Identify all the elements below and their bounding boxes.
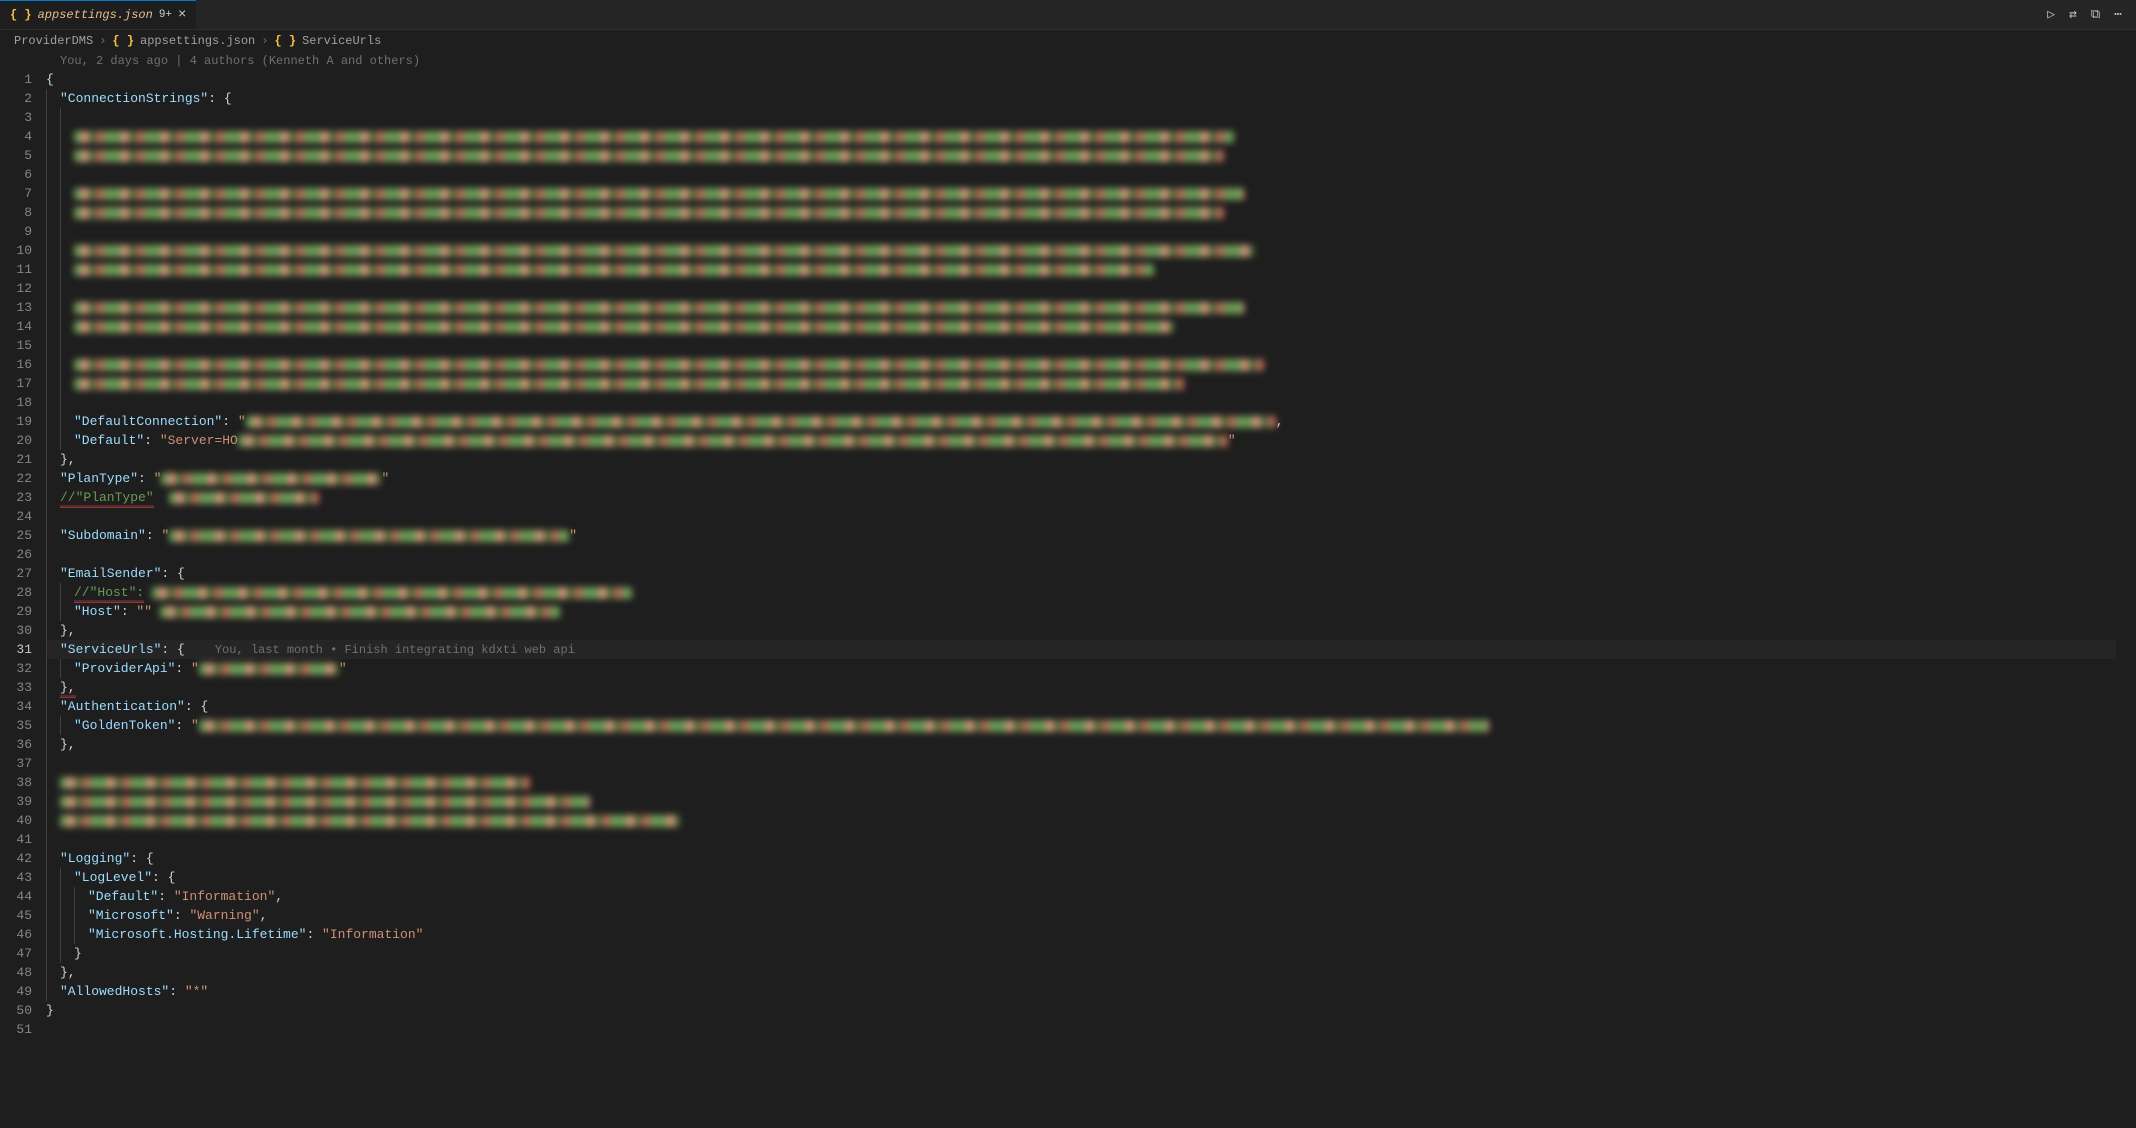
code-line[interactable]: "ConnectionStrings": { [46,89,2116,108]
code-line[interactable]: } [46,1001,2116,1020]
code-line[interactable] [46,298,2116,317]
code-line[interactable]: }, [46,678,2116,697]
code-line[interactable]: "ProviderApi": "" [46,659,2116,678]
symbol-object-icon: { } [274,34,296,48]
tab-appsettings[interactable]: { } appsettings.json 9+ × [0,0,196,29]
code-content[interactable]: {"ConnectionStrings": { "DefaultConnectio… [46,70,2136,1039]
code-line[interactable]: "Microsoft.Hosting.Lifetime": "Informati… [46,925,2116,944]
code-line[interactable] [46,222,2116,241]
redacted-content [169,530,569,542]
code-line[interactable]: "Microsoft": "Warning", [46,906,2116,925]
code-line[interactable]: "LogLevel": { [46,868,2116,887]
code-line[interactable]: "Default": "Information", [46,887,2116,906]
code-line[interactable] [46,773,2116,792]
split-editor-icon[interactable]: ⧉ [2091,7,2100,22]
redacted-content [74,207,1224,219]
redacted-content [60,815,680,827]
code-editor[interactable]: 1234567891011121314151617181920212223242… [0,70,2136,1039]
redacted-content [74,245,1254,257]
more-actions-icon[interactable]: ⋯ [2114,7,2122,22]
tab-problem-badge: 9+ [159,9,172,21]
code-line[interactable]: { [46,70,2116,89]
crumb-symbol[interactable]: ServiceUrls [302,34,381,48]
code-line[interactable]: } [46,944,2116,963]
code-line[interactable] [46,336,2116,355]
code-line[interactable]: }, [46,735,2116,754]
redacted-content [161,473,381,485]
redacted-content [246,416,1276,428]
code-line[interactable]: "Logging": { [46,849,2116,868]
code-line[interactable]: "EmailSender": { [46,564,2116,583]
code-line[interactable]: "Authentication": { [46,697,2116,716]
redacted-content [74,188,1244,200]
code-line[interactable] [46,260,2116,279]
file-json-icon: { } [10,8,32,22]
redacted-content [60,777,530,789]
code-line[interactable] [46,507,2116,526]
chevron-right-icon: › [99,34,106,48]
code-line[interactable] [46,241,2116,260]
code-line[interactable] [46,355,2116,374]
redacted-content [74,359,1264,371]
redacted-content [74,378,1184,390]
code-line[interactable] [46,754,2116,773]
code-line[interactable]: "DefaultConnection": ", [46,412,2116,431]
redacted-content [152,587,632,599]
editor-actions: ▷ ⇄ ⧉ ⋯ [2047,7,2136,22]
redacted-content [74,321,1174,333]
redacted-content [199,663,339,675]
code-line[interactable] [46,165,2116,184]
tab-filename: appsettings.json [38,8,153,22]
code-line[interactable] [46,830,2116,849]
code-line[interactable] [46,545,2116,564]
diff-icon[interactable]: ⇄ [2069,7,2077,22]
code-line[interactable] [46,279,2116,298]
crumb-file[interactable]: appsettings.json [140,34,255,48]
chevron-right-icon: › [261,34,268,48]
line-number-gutter: 1234567891011121314151617181920212223242… [0,70,46,1039]
crumb-project[interactable]: ProviderDMS [14,34,93,48]
code-line[interactable] [46,374,2116,393]
run-icon[interactable]: ▷ [2047,7,2055,22]
redacted-content [160,606,560,618]
code-line[interactable]: "Subdomain": "" [46,526,2116,545]
code-line[interactable] [46,1020,2116,1039]
code-line[interactable]: "Host": "" [46,602,2116,621]
gitlens-blame-annotation: You, 2 days ago | 4 authors (Kenneth A a… [0,52,2136,70]
redacted-content [74,302,1244,314]
code-line[interactable]: "ServiceUrls": {You, last month • Finish… [46,640,2116,659]
code-line[interactable]: "GoldenToken": " [46,716,2116,735]
close-icon[interactable]: × [178,8,186,22]
redacted-content [74,131,1234,143]
code-line[interactable]: //"Host": [46,583,2116,602]
code-line[interactable]: }, [46,450,2116,469]
redacted-content [199,720,1489,732]
code-line[interactable]: }, [46,621,2116,640]
code-line[interactable]: }, [46,963,2116,982]
code-line[interactable]: //"PlanType" [46,488,2116,507]
redacted-content [60,796,590,808]
code-line[interactable] [46,792,2116,811]
breadcrumb[interactable]: ProviderDMS › { } appsettings.json › { }… [0,30,2136,52]
file-json-icon: { } [112,34,134,48]
code-line[interactable]: "AllowedHosts": "*" [46,982,2116,1001]
code-line[interactable] [46,203,2116,222]
code-line[interactable] [46,146,2116,165]
tab-bar: { } appsettings.json 9+ × ▷ ⇄ ⧉ ⋯ [0,0,2136,30]
code-line[interactable]: "PlanType": "" [46,469,2116,488]
code-line[interactable] [46,108,2116,127]
code-line[interactable] [46,811,2116,830]
redacted-content [169,492,319,504]
code-line[interactable] [46,393,2116,412]
code-line[interactable]: "Default": "Server=HO" [46,431,2116,450]
gitlens-inline-blame: You, last month • Finish integrating kdx… [215,643,575,657]
code-line[interactable] [46,317,2116,336]
code-line[interactable] [46,127,2116,146]
redacted-content [238,435,1228,447]
code-line[interactable] [46,184,2116,203]
redacted-content [74,264,1154,276]
redacted-content [74,150,1224,162]
